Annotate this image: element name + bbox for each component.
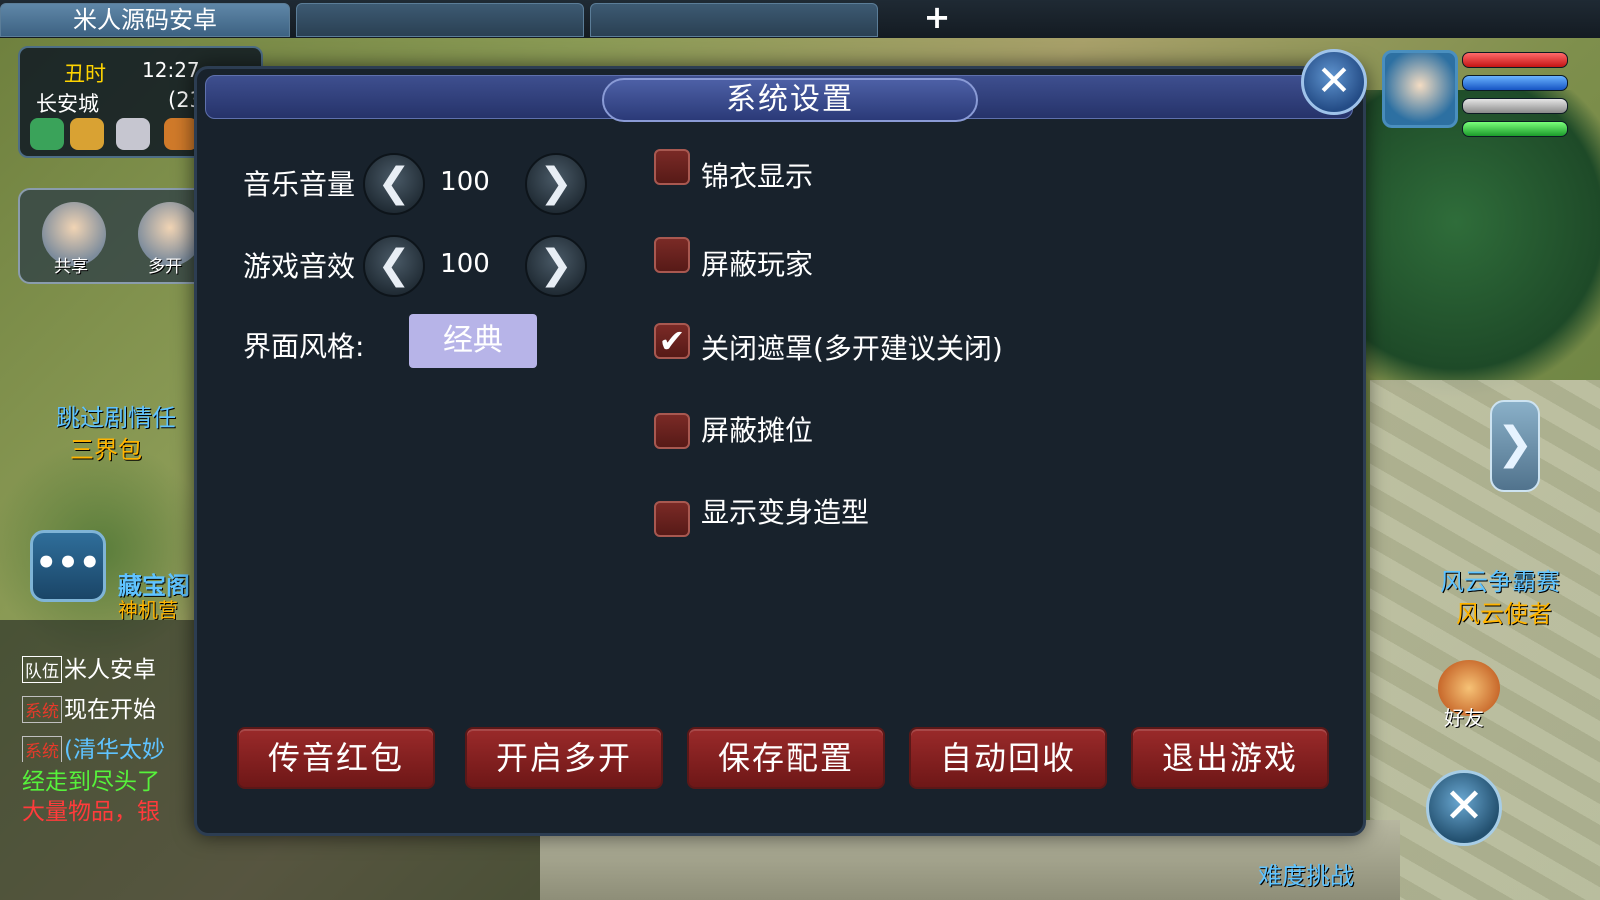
- chat-line: 经走到尽头了: [22, 762, 197, 792]
- tab-empty-1[interactable]: [296, 3, 584, 37]
- chat-line: 队伍 米人安卓: [22, 650, 197, 690]
- tab-empty-2[interactable]: [590, 3, 878, 37]
- dialog-header: 系统设置: [205, 75, 1353, 122]
- chat-channel-tag: 系统: [22, 696, 62, 723]
- dialog-title-box: 系统设置: [602, 78, 978, 122]
- chat-text: 经走到尽头了: [22, 769, 160, 792]
- checkmark-icon: ✔: [658, 322, 686, 360]
- chat-line: 系统 现在开始: [22, 690, 197, 730]
- share-panel: 共享 多开: [18, 188, 208, 284]
- sfx-volume-value: 100: [440, 249, 490, 279]
- multi-open-label: 多开: [148, 257, 182, 277]
- checkbox-costume-display[interactable]: [654, 149, 690, 185]
- mp-bar: [1462, 75, 1568, 91]
- tab-app[interactable]: 米人源码安卓: [0, 3, 290, 37]
- option-label[interactable]: 屏蔽玩家: [701, 243, 813, 283]
- exit-game-button[interactable]: 退出游戏: [1131, 727, 1329, 789]
- npc-label[interactable]: 神机营: [118, 594, 178, 623]
- option-label[interactable]: 显示变身造型: [701, 491, 869, 531]
- chat-log[interactable]: 队伍 米人安卓 系统 现在开始 系统 (清华太妙 经走到尽头了 大量物品，银: [22, 650, 197, 822]
- enable-multi-open-button[interactable]: 开启多开: [465, 727, 663, 789]
- system-settings-dialog: 系统设置 ✕ 音乐音量 ❮ 100 ❯ 游戏音效 ❮ 100 ❯ 界面风格: 经…: [194, 49, 1367, 836]
- ui-style-button[interactable]: 经典: [409, 314, 537, 368]
- chat-line: 系统 (清华太妙: [22, 730, 197, 762]
- exp-bar: [1462, 121, 1568, 137]
- character-icon[interactable]: [164, 118, 198, 150]
- city-name: 长安城: [36, 92, 99, 116]
- friend-label[interactable]: 好友: [1444, 702, 1484, 731]
- checkbox-show-transform[interactable]: [654, 501, 690, 537]
- auto-recycle-button[interactable]: 自动回收: [909, 727, 1107, 789]
- music-volume-decrease-button[interactable]: ❮: [363, 153, 425, 215]
- npc-label[interactable]: 风云使者: [1456, 594, 1552, 629]
- clock-time: 12:27: [142, 58, 200, 82]
- chat-text: 大量物品，银: [22, 799, 160, 822]
- music-volume-label: 音乐音量: [243, 168, 356, 201]
- compass-icon[interactable]: [116, 118, 150, 150]
- chat-bubble-icon: •••: [35, 543, 101, 583]
- add-tab-button[interactable]: +: [922, 1, 952, 33]
- option-label[interactable]: 关闭遮罩(多开建议关闭): [701, 327, 1003, 367]
- option-label[interactable]: 锦衣显示: [701, 155, 813, 195]
- dialog-close-button[interactable]: ✕: [1301, 49, 1367, 115]
- option-label[interactable]: 屏蔽摊位: [701, 409, 813, 449]
- chat-channel-tag: 系统: [22, 736, 62, 762]
- npc-label[interactable]: 三界包: [70, 430, 142, 465]
- ui-style-label: 界面风格:: [243, 330, 365, 363]
- expand-icon[interactable]: [30, 118, 64, 150]
- player-avatar[interactable]: [1382, 50, 1458, 128]
- npc-label[interactable]: 难度挑战: [1258, 856, 1354, 891]
- chat-button[interactable]: •••: [30, 530, 106, 602]
- chevron-right-icon: ❯: [539, 160, 573, 206]
- music-volume-increase-button[interactable]: ❯: [525, 153, 587, 215]
- save-config-button[interactable]: 保存配置: [687, 727, 885, 789]
- sp-bar: [1462, 98, 1568, 114]
- npc-label[interactable]: 风云争霸赛: [1440, 562, 1560, 597]
- hp-bar: [1462, 52, 1568, 68]
- sfx-volume-decrease-button[interactable]: ❮: [363, 235, 425, 297]
- chat-text: 米人安卓: [64, 657, 156, 683]
- tab-bar: 米人源码安卓 +: [0, 0, 1600, 38]
- chat-text: 现在开始: [64, 697, 156, 723]
- chat-text: (清华太妙: [64, 737, 165, 762]
- chevron-left-icon: ❮: [377, 160, 411, 206]
- sfx-volume-increase-button[interactable]: ❯: [525, 235, 587, 297]
- checkbox-hide-players[interactable]: [654, 237, 690, 273]
- gold-ingot-icon[interactable]: [70, 118, 104, 150]
- chat-line: 大量物品，银: [22, 792, 197, 822]
- close-icon: ✕: [1316, 56, 1352, 105]
- chevron-right-icon: ❯: [1496, 418, 1534, 469]
- share-label: 共享: [54, 257, 88, 277]
- status-bars: [1462, 52, 1568, 144]
- dialog-title: 系统设置: [726, 82, 854, 117]
- sfx-volume-label: 游戏音效: [243, 250, 356, 283]
- npc-label[interactable]: 跳过剧情任: [56, 398, 176, 433]
- voice-red-packet-button[interactable]: 传音红包: [237, 727, 435, 789]
- chevron-right-icon: ❯: [539, 242, 573, 288]
- close-panel-button[interactable]: ✕: [1426, 770, 1502, 846]
- music-volume-value: 100: [440, 167, 490, 197]
- close-icon: ✕: [1443, 778, 1485, 834]
- chat-channel-tag: 队伍: [22, 656, 62, 683]
- game-time-period: 丑时: [64, 62, 106, 86]
- checkbox-disable-mask[interactable]: ✔: [654, 323, 690, 359]
- chevron-left-icon: ❮: [377, 242, 411, 288]
- checkbox-hide-stalls[interactable]: [654, 413, 690, 449]
- side-expand-button[interactable]: ❯: [1490, 400, 1540, 492]
